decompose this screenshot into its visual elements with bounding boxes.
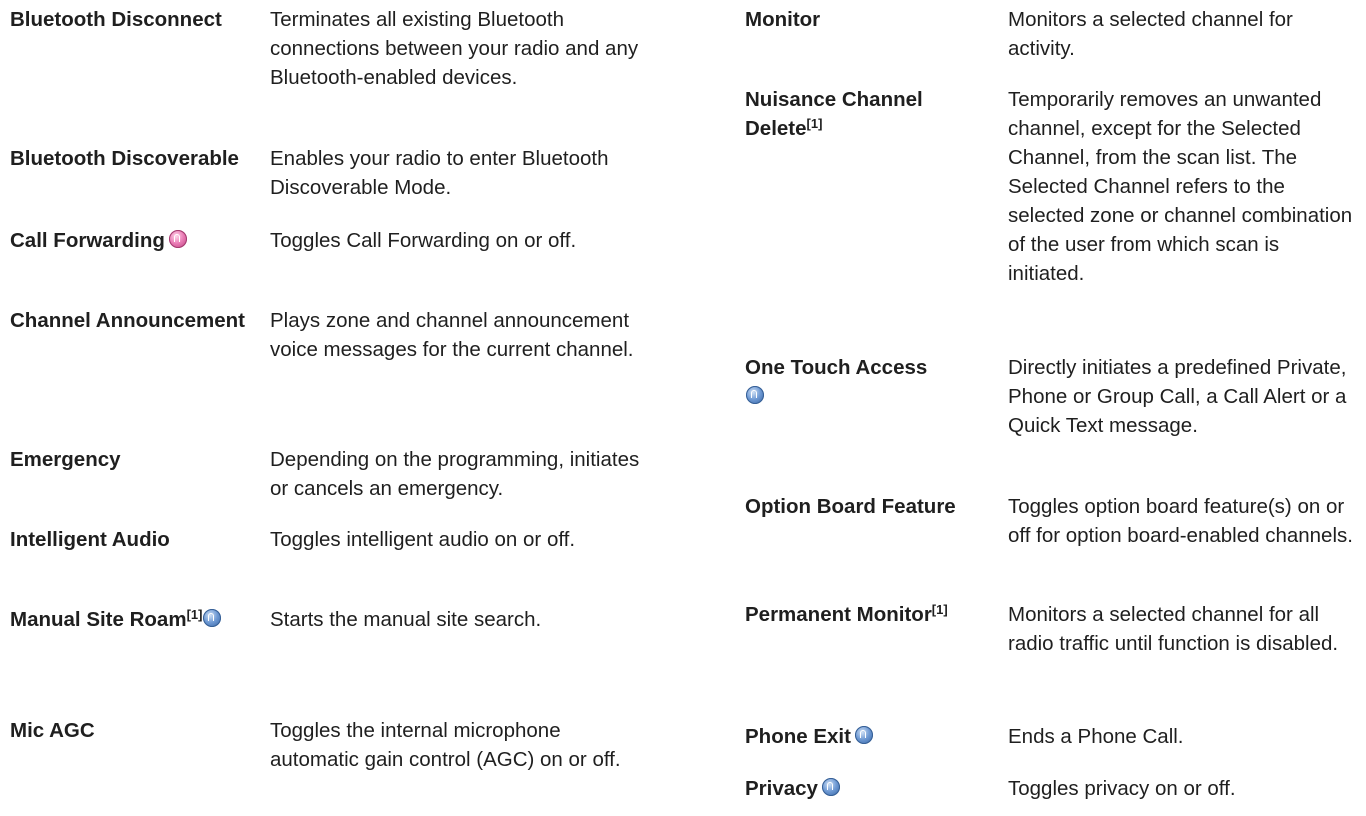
feature-description: Directly initiates a predefined Private,… — [1008, 356, 1347, 437]
feature-description: Starts the manual site search. — [270, 608, 542, 631]
term-text: Nuisance Channel Delete — [745, 88, 923, 140]
feature-term: One Touch Access — [745, 353, 1008, 411]
feature-description: Enables your radio to enter Bluetooth Di… — [270, 147, 609, 199]
term-text: Bluetooth Discoverable — [10, 147, 239, 170]
feature-row-manual-site-roam: Manual Site Roam[1] Starts the manual si… — [10, 605, 642, 634]
footnote-reference: [1] — [806, 116, 823, 131]
pink-feature-icon — [168, 230, 187, 248]
blue-feature-icon — [854, 726, 873, 744]
term-text: Manual Site Roam — [10, 608, 187, 631]
term-text: Monitor — [745, 8, 821, 31]
feature-description: Toggles option board feature(s) on or of… — [1008, 495, 1353, 547]
term-text: Intelligent Audio — [10, 528, 170, 551]
feature-term: Bluetooth Discoverable — [10, 144, 270, 173]
blue-feature-icon — [821, 778, 840, 796]
feature-term: Monitor — [745, 5, 1008, 34]
feature-row-permanent-monitor: Permanent Monitor[1] Monitors a selected… — [745, 600, 1360, 658]
feature-description: Plays zone and channel announcement voic… — [270, 309, 634, 361]
feature-term: Call Forwarding — [10, 226, 270, 255]
footnote-reference: [1] — [186, 607, 203, 622]
term-text: One Touch Access — [745, 356, 928, 379]
feature-term: Mic AGC — [10, 716, 270, 745]
feature-row-privacy: Privacy Toggles privacy on or off. — [745, 774, 1360, 803]
term-text: Mic AGC — [10, 719, 95, 742]
term-text: Option Board Feature — [745, 495, 956, 518]
term-text: Emergency — [10, 448, 121, 471]
feature-term: Emergency — [10, 445, 270, 474]
blue-feature-icon — [203, 609, 222, 627]
feature-term: Permanent Monitor[1] — [745, 600, 1008, 629]
feature-description: Toggles privacy on or off. — [1008, 777, 1236, 800]
feature-row-channel-announcement: Channel Announcement Plays zone and chan… — [10, 306, 642, 364]
feature-term: Nuisance Channel Delete[1] — [745, 85, 1008, 143]
feature-row-one-touch-access: One Touch Access Directly initiates a pr… — [745, 353, 1360, 440]
feature-description: Terminates all existing Bluetooth connec… — [270, 8, 639, 89]
term-text: Call Forwarding — [10, 229, 165, 252]
feature-description: Depending on the programming, initiates … — [270, 448, 640, 500]
feature-row-phone-exit: Phone Exit Ends a Phone Call. — [745, 722, 1360, 751]
feature-row-call-forwarding: Call Forwarding Toggles Call Forwarding … — [10, 226, 642, 255]
feature-row-option-board-feature: Option Board Feature Toggles option boar… — [745, 492, 1360, 550]
term-text: Privacy — [745, 777, 818, 800]
feature-description: Toggles Call Forwarding on or off. — [270, 229, 577, 252]
feature-row-mic-agc: Mic AGC Toggles the internal microphone … — [10, 716, 642, 774]
feature-description: Toggles the internal microphone automati… — [270, 719, 621, 771]
feature-term: Bluetooth Disconnect — [10, 5, 270, 34]
term-text: Phone Exit — [745, 725, 851, 748]
feature-row-emergency: Emergency Depending on the programming, … — [10, 445, 642, 503]
feature-term: Privacy — [745, 774, 1008, 803]
feature-term: Option Board Feature — [745, 492, 1008, 521]
feature-description: Monitors a selected channel for all radi… — [1008, 603, 1339, 655]
feature-description: Monitors a selected channel for activity… — [1008, 8, 1293, 60]
feature-term: Channel Announcement — [10, 306, 270, 335]
term-text: Channel Announcement — [10, 309, 245, 332]
feature-row-bluetooth-discoverable: Bluetooth Discoverable Enables your radi… — [10, 144, 642, 202]
term-text: Bluetooth Disconnect — [10, 8, 222, 31]
feature-row-nuisance-channel-delete: Nuisance Channel Delete[1] Temporarily r… — [745, 85, 1360, 288]
feature-row-bluetooth-disconnect: Bluetooth Disconnect Terminates all exis… — [10, 5, 642, 92]
feature-term: Intelligent Audio — [10, 525, 270, 554]
feature-row-monitor: Monitor Monitors a selected channel for … — [745, 5, 1360, 63]
feature-term: Phone Exit — [745, 722, 1008, 751]
footnote-reference: [1] — [931, 602, 948, 617]
feature-row-intelligent-audio: Intelligent Audio Toggles intelligent au… — [10, 525, 642, 554]
feature-description: Toggles intelligent audio on or off. — [270, 528, 576, 551]
blue-feature-icon — [746, 386, 764, 404]
feature-description: Temporarily removes an unwanted channel,… — [1008, 88, 1353, 285]
feature-term: Manual Site Roam[1] — [10, 605, 270, 634]
term-text: Permanent Monitor — [745, 603, 932, 626]
feature-description: Ends a Phone Call. — [1008, 725, 1184, 748]
